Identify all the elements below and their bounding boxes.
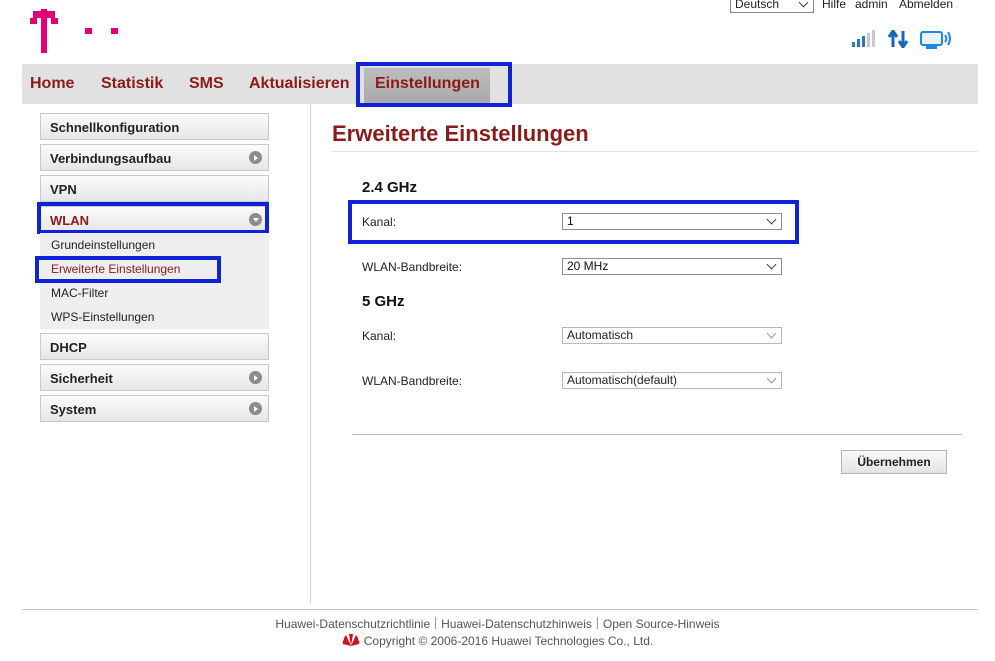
apply-button[interactable]: Übernehmen — [841, 450, 947, 474]
sidebar-item-schnellkonfiguration[interactable]: Schnellkonfiguration — [40, 113, 269, 140]
copyright: Copyright © 2006-2016 Huawei Technologie… — [0, 633, 995, 648]
sidebar-item-label: System — [50, 402, 97, 417]
telekom-logo[interactable] — [30, 9, 126, 53]
section-heading-2-4ghz: 2.4 GHz — [362, 179, 418, 196]
sidebar-item-label: VPN — [50, 182, 77, 197]
submenu-grundeinstellungen[interactable]: Grundeinstellungen — [51, 238, 155, 252]
chevron-down-icon — [766, 328, 777, 339]
nav-home[interactable]: Home — [30, 75, 74, 93]
chevron-right-icon — [249, 402, 262, 415]
footer-divider — [22, 609, 978, 610]
sidebar-item-verbindungsaufbau[interactable]: Verbindungsaufbau — [40, 144, 269, 171]
sidebar-item-label: DHCP — [50, 340, 87, 355]
footer-links: Huawei-Datenschutzrichtlinie Huawei-Daten… — [0, 617, 995, 631]
content-divider — [310, 104, 311, 604]
sidebar-item-label: Sicherheit — [50, 371, 113, 386]
bandwidth-24-label: WLAN-Bandbreite: — [362, 260, 463, 274]
privacy-notice-link[interactable]: Huawei-Datenschutzhinweis — [441, 617, 592, 631]
sidebar-item-sicherheit[interactable]: Sicherheit — [40, 364, 269, 391]
huawei-logo-icon — [342, 633, 360, 646]
chevron-right-icon — [249, 151, 262, 164]
channel-highlight-box — [348, 200, 799, 244]
bandwidth-5-value: Automatisch(default) — [567, 373, 678, 387]
chevron-right-icon — [249, 371, 262, 384]
footer-separator — [596, 617, 598, 629]
sidebar-item-vpn[interactable]: VPN — [40, 175, 269, 202]
nav-highlight-box — [356, 62, 512, 107]
submenu-wps-einstellungen[interactable]: WPS-Einstellungen — [51, 310, 154, 324]
computer-connection-icon — [920, 31, 951, 49]
sidebar-item-system[interactable]: System — [40, 395, 269, 422]
sidebar-item-label: Schnellkonfiguration — [50, 120, 180, 135]
language-value: Deutsch — [735, 0, 780, 11]
data-transfer-icon — [888, 30, 909, 48]
form-divider — [352, 434, 962, 435]
copyright-text: Copyright © 2006-2016 Huawei Technologie… — [363, 634, 654, 648]
chevron-down-icon — [766, 259, 777, 270]
logout-link[interactable]: Abmelden — [899, 0, 953, 11]
channel-5-label: Kanal: — [362, 329, 397, 343]
bandwidth-5-label: WLAN-Bandbreite: — [362, 374, 463, 388]
submenu-highlight-box — [35, 256, 221, 283]
section-heading-5ghz: 5 GHz — [362, 293, 405, 310]
wlan-highlight-box — [37, 202, 269, 234]
signal-strength-icon — [852, 30, 875, 47]
admin-link[interactable]: admin — [855, 0, 888, 11]
open-source-link[interactable]: Open Source-Hinweis — [603, 617, 720, 631]
sidebar-item-label: Verbindungsaufbau — [50, 151, 172, 166]
submenu-mac-filter[interactable]: MAC-Filter — [51, 286, 108, 300]
chevron-down-icon — [766, 373, 777, 384]
help-link[interactable]: Hilfe — [822, 0, 846, 11]
bandwidth-5-select[interactable]: Automatisch(default) — [562, 372, 782, 389]
bandwidth-24-select[interactable]: 20 MHz — [562, 258, 782, 275]
nav-statistik[interactable]: Statistik — [101, 75, 163, 93]
channel-5-value: Automatisch — [567, 328, 634, 342]
page-title: Erweiterte Einstellungen — [332, 121, 589, 146]
title-divider — [332, 151, 978, 152]
sidebar-item-dhcp[interactable]: DHCP — [40, 333, 269, 360]
nav-aktualisieren[interactable]: Aktualisieren — [249, 75, 349, 93]
chevron-down-icon — [798, 0, 809, 8]
nav-sms[interactable]: SMS — [189, 75, 224, 93]
channel-5-select[interactable]: Automatisch — [562, 327, 782, 344]
footer-separator — [435, 617, 437, 629]
language-select[interactable]: Deutsch — [730, 0, 814, 13]
privacy-policy-link[interactable]: Huawei-Datenschutzrichtlinie — [275, 617, 430, 631]
bandwidth-24-value: 20 MHz — [567, 259, 609, 273]
